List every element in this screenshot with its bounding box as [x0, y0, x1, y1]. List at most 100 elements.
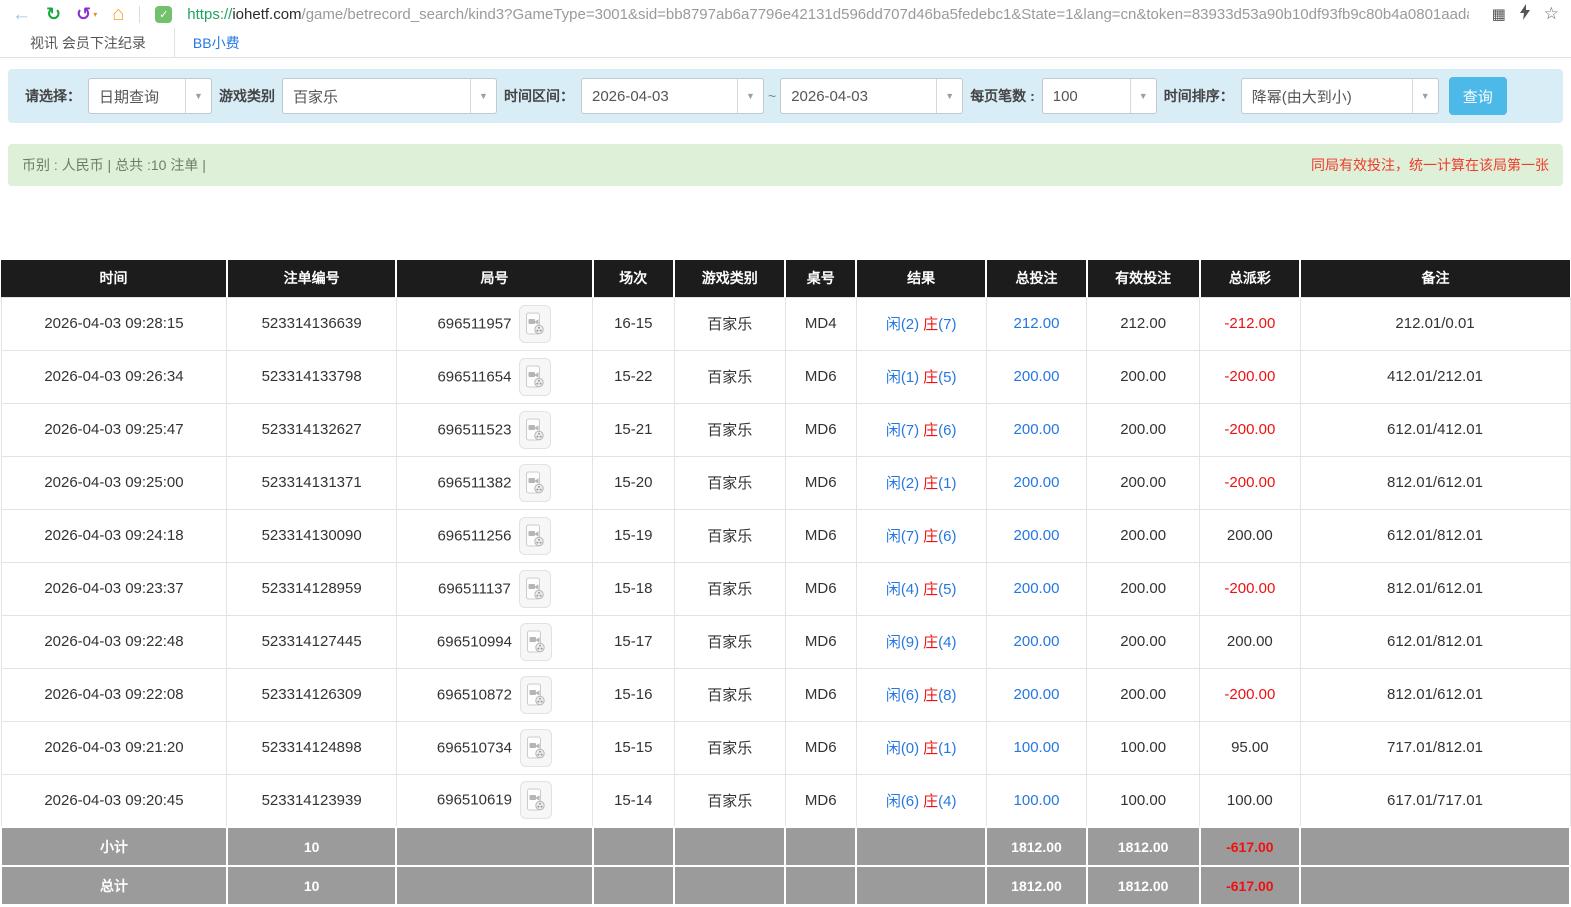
cell-total-bet[interactable]: 200.00	[985, 402, 1088, 457]
bet-records-table: 时间 注单编号 局号 场次 游戏类别 桌号 结果 总投注 有效投注 总派彩 备注…	[0, 260, 1571, 906]
cell-empty	[395, 826, 594, 867]
tab-bb-tip[interactable]: BB小费	[193, 33, 240, 53]
video-replay-button[interactable]	[519, 728, 552, 767]
lightning-icon[interactable]	[1519, 3, 1531, 25]
cell-round: 696511523	[395, 402, 594, 457]
table-row: 2026-04-03 09:25:47 523314132627 6965115…	[0, 402, 1571, 457]
qr-code-icon[interactable]: ▦	[1492, 5, 1506, 23]
cell-payout: 200.00	[1199, 508, 1301, 563]
cell-total-bet[interactable]: 200.00	[985, 455, 1088, 510]
page-size-dropdown[interactable]: 100 ▼	[1041, 78, 1157, 114]
cell-bet-id: 523314123939	[226, 773, 397, 828]
chevron-down-icon[interactable]: ▼	[1129, 79, 1156, 113]
date-from-picker[interactable]: 2026-04-03 ▼	[581, 78, 764, 114]
date-to-picker[interactable]: 2026-04-03 ▼	[780, 78, 964, 114]
security-shield-icon[interactable]: ✓	[155, 5, 173, 23]
browser-toolbar: ← ↻ ↺ ▾ ⌂ ✓ https://iohetf.com/game/betr…	[0, 0, 1571, 28]
cell-game: 百家乐	[673, 508, 786, 563]
toolbar-divider	[139, 5, 141, 23]
game-category-dropdown[interactable]: 百家乐 ▼	[282, 78, 497, 114]
cell-time: 2026-04-03 09:28:15	[0, 296, 228, 351]
cell-round: 696511382	[395, 455, 594, 510]
cell-game: 百家乐	[673, 614, 786, 669]
query-type-dropdown[interactable]: 日期查询 ▼	[88, 78, 212, 114]
chevron-down-icon[interactable]: ▼	[936, 79, 962, 113]
cell-valid-bet: 200.00	[1086, 402, 1201, 457]
bookmark-star-icon[interactable]: ☆	[1544, 4, 1559, 24]
cell-total-bet[interactable]: 200.00	[985, 614, 1088, 669]
result-banker: 庄	[923, 528, 939, 545]
cell-game: 百家乐	[673, 667, 786, 722]
cell-empty	[673, 826, 787, 867]
video-replay-button[interactable]	[519, 463, 552, 502]
video-replay-button[interactable]	[519, 410, 552, 449]
tab-bet-records[interactable]: 视讯 会员下注纪录	[0, 28, 175, 57]
cell-payout: 95.00	[1199, 720, 1301, 775]
sort-dropdown[interactable]: 降幂(由大到小) ▼	[1240, 78, 1439, 114]
cell-valid-bet: 200.00	[1086, 667, 1201, 722]
cell-empty	[591, 865, 676, 906]
cell-total-bet[interactable]: 212.00	[985, 296, 1088, 351]
video-replay-button[interactable]	[519, 304, 552, 343]
round-number: 696511382	[437, 474, 512, 491]
cell-session: 15-19	[592, 508, 675, 563]
cell-table: MD6	[784, 667, 857, 722]
chevron-down-icon[interactable]: ▼	[1411, 79, 1438, 113]
result-banker-score: (8)	[938, 687, 957, 704]
cell-total-bet[interactable]: 200.00	[985, 667, 1088, 722]
cell-total-bet[interactable]: 200.00	[985, 349, 1088, 404]
cell-remark: 812.01/612.01	[1299, 667, 1571, 722]
cell-time: 2026-04-03 09:24:18	[0, 508, 228, 563]
date-to-value: 2026-04-03	[791, 87, 868, 105]
result-player: 闲(2)	[885, 475, 920, 492]
round-number: 696511957	[437, 315, 512, 332]
undo-icon[interactable]: ↺	[76, 5, 91, 23]
header-time: 时间	[1, 260, 228, 297]
video-replay-button[interactable]	[519, 357, 552, 396]
video-replay-button[interactable]	[519, 516, 552, 555]
filter-bar: 请选择： 日期查询 ▼ 游戏类别 百家乐 ▼ 时间区间： 2026-04-03 …	[8, 69, 1563, 123]
video-replay-button[interactable]	[519, 781, 552, 820]
cell-total-bet[interactable]: 100.00	[985, 773, 1088, 828]
cell-empty	[395, 865, 594, 906]
home-icon[interactable]: ⌂	[112, 4, 124, 24]
search-button[interactable]: 查询	[1448, 77, 1507, 115]
cell-result: 闲(7) 庄(6)	[855, 508, 987, 563]
subtotal-row: 小计 10 1812.00 1812.00 -617.00	[0, 826, 1571, 867]
cell-table: MD6	[784, 720, 857, 775]
table-row: 2026-04-03 09:26:34 523314133798 6965116…	[0, 349, 1571, 404]
cell-total-bet[interactable]: 200.00	[985, 561, 1088, 616]
subtotal-label: 小计	[0, 826, 228, 867]
summary-currency-count: 币别 : 人民币 | 总共 :10 注单 |	[22, 157, 206, 173]
video-replay-button[interactable]	[519, 675, 552, 714]
sort-value: 降幂(由大到小)	[1251, 88, 1352, 106]
page-size-value: 100	[1052, 87, 1078, 105]
undo-dropdown-caret[interactable]: ▾	[93, 10, 97, 19]
video-replay-button[interactable]	[518, 569, 551, 608]
cell-valid-bet: 200.00	[1086, 561, 1201, 616]
cell-total-bet[interactable]: 200.00	[985, 508, 1088, 563]
undo-control[interactable]: ↺ ▾	[76, 5, 97, 23]
refresh-icon[interactable]: ↻	[46, 5, 61, 23]
address-bar[interactable]: https://iohetf.com/game/betrecord_search…	[187, 6, 1468, 23]
header-valid-bet: 有效投注	[1086, 260, 1201, 297]
chevron-down-icon[interactable]: ▼	[185, 79, 211, 113]
cell-game: 百家乐	[673, 455, 786, 510]
table-row: 2026-04-03 09:25:00 523314131371 6965113…	[0, 455, 1571, 510]
back-icon[interactable]: ←	[12, 5, 31, 24]
cell-remark: 812.01/612.01	[1299, 455, 1571, 510]
cell-result: 闲(4) 庄(5)	[855, 561, 987, 616]
subtotal-payout: -617.00	[1198, 826, 1302, 867]
cell-bet-id: 523314132627	[226, 402, 397, 457]
cell-table: MD6	[784, 561, 857, 616]
chevron-down-icon[interactable]: ▼	[470, 79, 496, 113]
url-host: iohetf.com	[232, 5, 302, 23]
table-row: 2026-04-03 09:23:37 523314128959 6965111…	[0, 561, 1571, 616]
chevron-down-icon[interactable]: ▼	[737, 79, 763, 113]
cell-empty	[673, 865, 787, 906]
cell-total-bet[interactable]: 100.00	[985, 720, 1088, 775]
table-row: 2026-04-03 09:21:20 523314124898 6965107…	[0, 720, 1571, 775]
result-banker-score: (1)	[938, 475, 957, 492]
cell-result: 闲(6) 庄(8)	[855, 667, 987, 722]
video-replay-button[interactable]	[519, 622, 552, 661]
